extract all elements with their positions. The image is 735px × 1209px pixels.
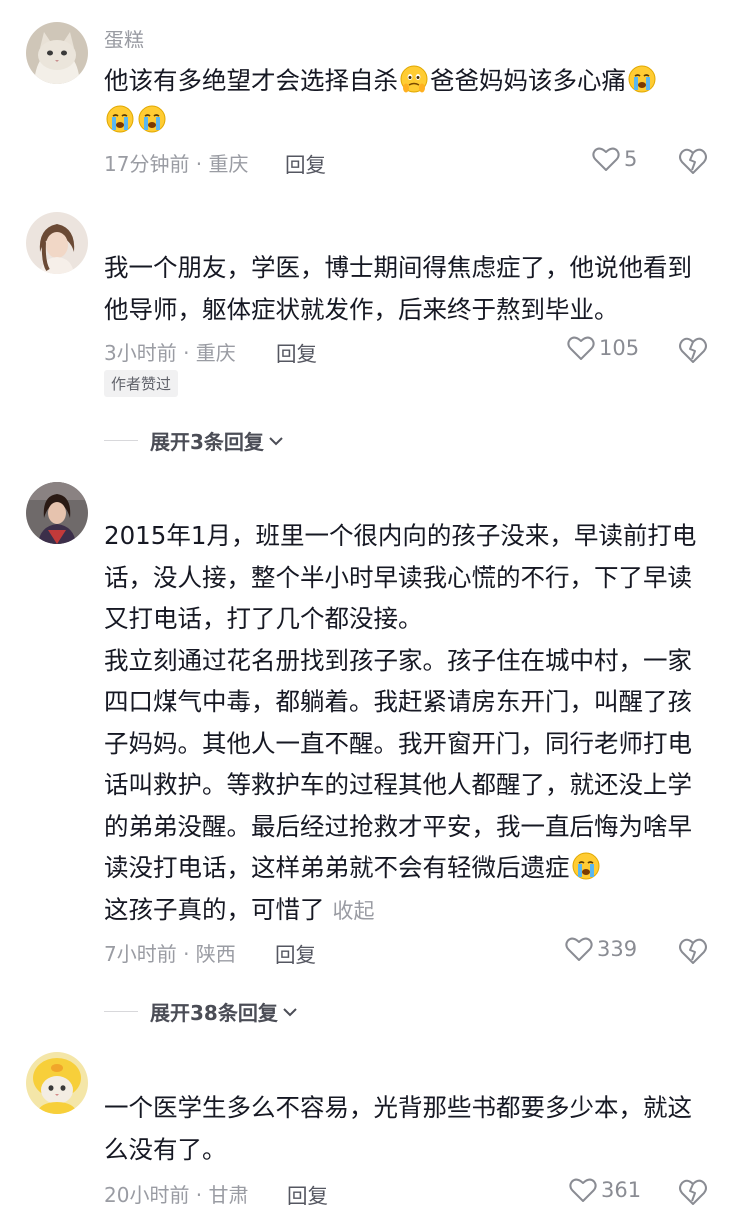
avatar[interactable] [26, 212, 88, 274]
avatar[interactable] [26, 22, 88, 84]
crying-face-emoji [106, 105, 134, 132]
avatar[interactable] [26, 482, 88, 544]
comment-paragraph: 2015年1月，班里一个很内向的孩子没来，早读前打电话，没人接，整个半小时早读我… [104, 521, 697, 633]
like-button[interactable]: 5 [592, 146, 637, 172]
chevron-down-icon [283, 1007, 297, 1016]
expand-replies-label: 展开3条回复 [150, 430, 264, 454]
comment-item: 蛋糕 他该有多绝望才会选择自杀 爸爸妈妈该多心痛 17分钟前 · 重庆 回复 5 [0, 0, 735, 200]
holding-back-tears-emoji [400, 65, 428, 93]
comment-username[interactable] [104, 1054, 164, 1078]
comment-meta: 17分钟前 · 重庆 [104, 152, 249, 176]
author-liked-badge: 作者赞过 [104, 370, 179, 397]
like-count: 105 [599, 336, 640, 360]
reply-button[interactable]: 回复 [275, 938, 316, 968]
comment-text: 我一个朋友，学医，博士期间得焦虑症了，他说他看到他导师，躯体症状就发作，后来终于… [104, 253, 692, 324]
like-count: 5 [624, 147, 638, 171]
reply-button[interactable]: 回复 [276, 337, 317, 367]
comment-text-part: 他该有多绝望才会选择自杀 [104, 66, 398, 95]
comment-text: 一个医学生多么不容易，光背那些书都要多少本，就这么没有了。 [104, 1093, 692, 1164]
expand-replies-button[interactable]: 展开38条回复 [104, 997, 299, 1026]
comment-text-part: 爸爸妈妈该多心痛 [430, 66, 626, 95]
comment-meta: 20小时前 · 甘肃 [104, 1183, 249, 1207]
comment-text: 2015年1月，班里一个很内向的孩子没来，早读前打电话，没人接，整个半小时早读我… [104, 515, 716, 932]
expand-replies-label: 展开38条回复 [150, 1001, 278, 1025]
comment-item: 2015年1月，班里一个很内向的孩子没来，早读前打电话，没人接，整个半小时早读我… [0, 470, 735, 1040]
dislike-broken-heart-icon[interactable] [678, 936, 708, 966]
chevron-down-icon [269, 436, 283, 445]
comment-text-part: 这孩子真的，可惜了 [104, 894, 325, 924]
expand-replies-button[interactable]: 展开3条回复 [104, 426, 285, 455]
comment-meta: 7小时前 · 陕西 [104, 942, 236, 966]
like-count: 361 [601, 1178, 642, 1202]
reply-button[interactable]: 回复 [285, 148, 326, 178]
dislike-broken-heart-icon[interactable] [678, 1177, 708, 1207]
like-button[interactable]: 105 [567, 335, 639, 361]
comment-meta: 3小时前 · 重庆 [104, 341, 236, 365]
comment-username[interactable]: 蛋糕 [104, 24, 164, 48]
avatar[interactable] [26, 1052, 88, 1114]
heart-icon [565, 937, 593, 961]
comment-item: 一个医学生多么不容易，光背那些书都要多少本，就这么没有了。 20小时前 · 甘肃… [0, 1040, 735, 1208]
collapse-button[interactable]: 收起 [333, 899, 375, 923]
like-button[interactable]: 339 [565, 936, 637, 962]
reply-button[interactable]: 回复 [287, 1179, 328, 1209]
comment-item: 我一个朋友，学医，博士期间得焦虑症了，他说他看到他导师，躯体症状就发作，后来终于… [0, 200, 735, 470]
divider-line [104, 1010, 138, 1013]
heart-icon [569, 1178, 597, 1202]
crying-face-emoji [138, 105, 166, 132]
heart-icon [592, 147, 620, 171]
comment-text: 他该有多绝望才会选择自杀 爸爸妈妈该多心痛 [104, 60, 716, 141]
like-count: 339 [597, 937, 638, 961]
heart-icon [567, 336, 595, 360]
dislike-broken-heart-icon[interactable] [678, 335, 708, 365]
crying-face-emoji [572, 852, 599, 880]
crying-face-emoji [628, 65, 656, 93]
comment-username[interactable] [104, 214, 164, 238]
comment-username[interactable] [104, 484, 164, 508]
dislike-broken-heart-icon[interactable] [678, 146, 708, 176]
comment-paragraph: 这孩子真的，可惜了 收起 [104, 889, 716, 933]
comment-paragraph: 我立刻通过花名册找到孩子家。孩子住在城中村，一家四口煤气中毒，都躺着。我赶紧请房… [104, 640, 716, 889]
divider-line [104, 439, 138, 442]
comment-text-part: 我立刻通过花名册找到孩子家。孩子住在城中村，一家四口煤气中毒，都躺着。我赶紧请房… [104, 645, 692, 883]
like-button[interactable]: 361 [569, 1177, 641, 1203]
